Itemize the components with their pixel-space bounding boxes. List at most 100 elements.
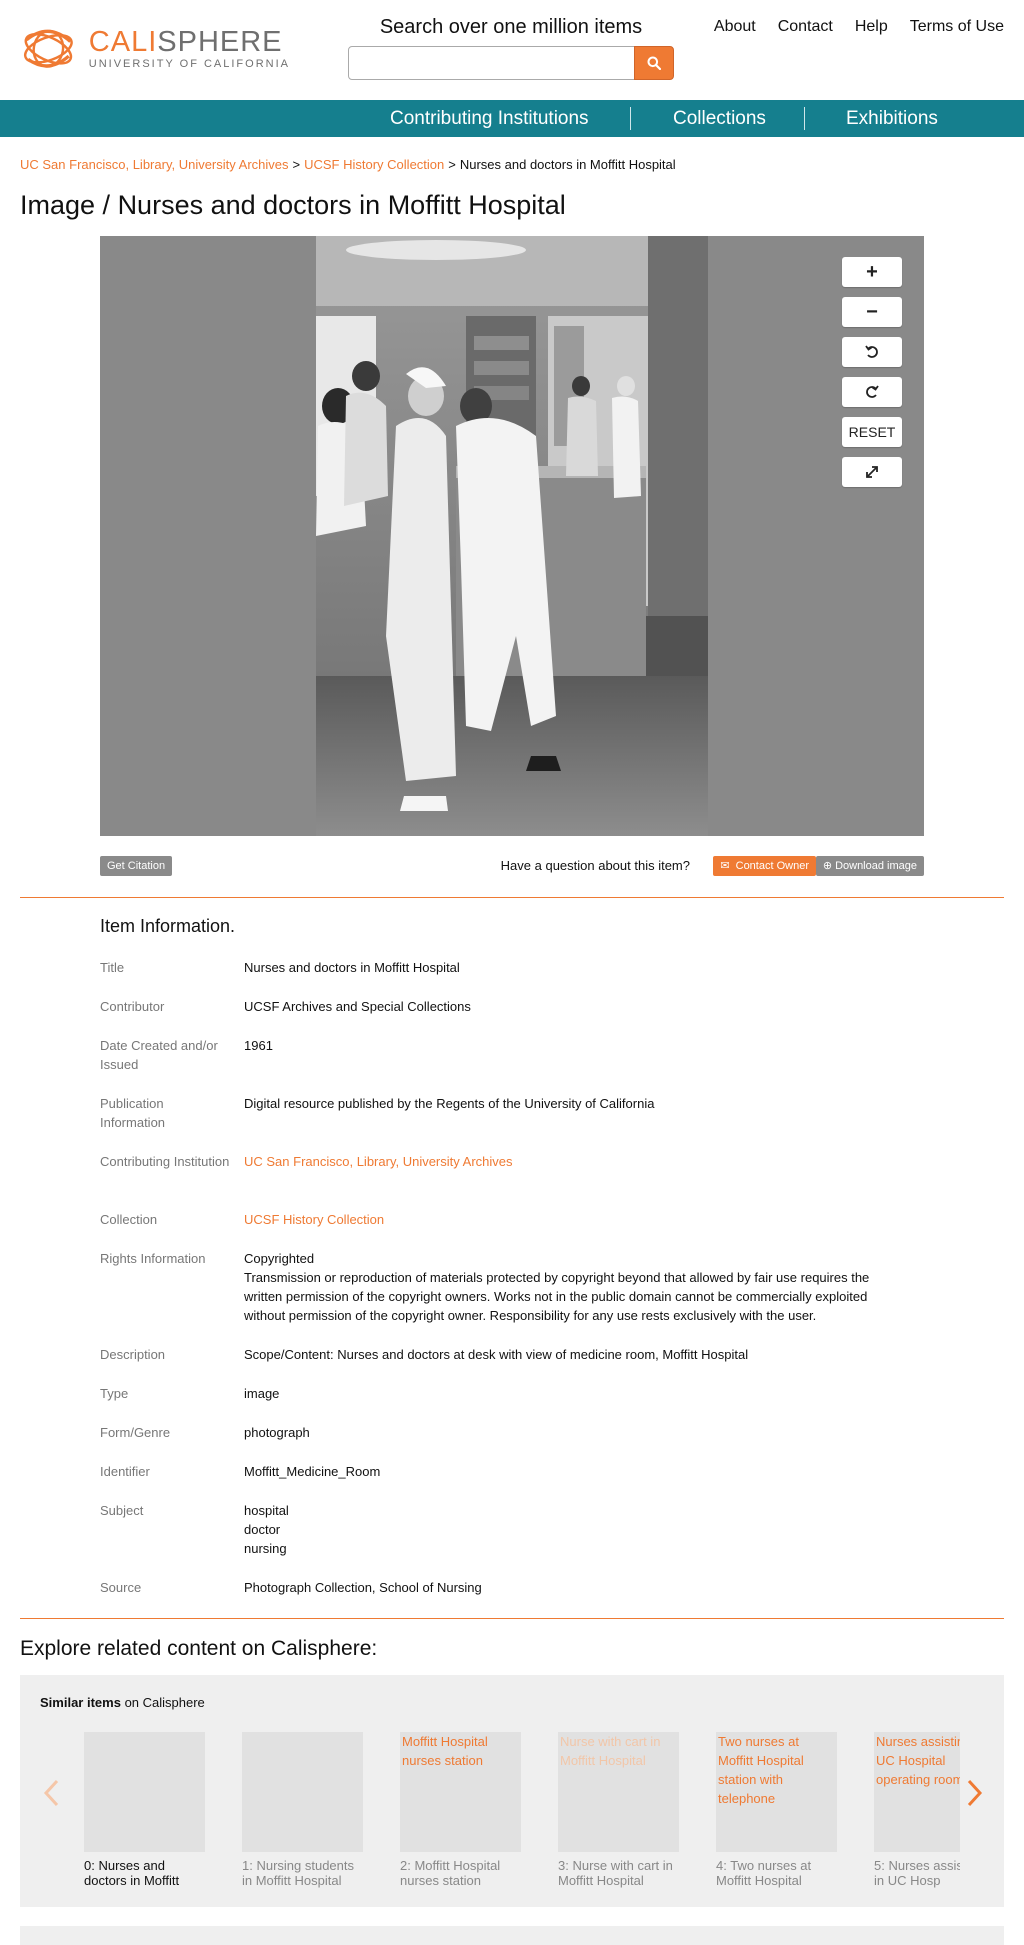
nav-contact[interactable]: Contact: [778, 18, 833, 36]
info-label: Form/Genre: [100, 1425, 171, 1440]
rights-status: Copyrighted: [244, 1251, 315, 1266]
envelope-icon: ✉: [720, 860, 730, 872]
get-citation-button[interactable]: Get Citation: [100, 856, 173, 876]
divider: [20, 1618, 1004, 1619]
info-value: Scope/Content: Nurses and doctors at des…: [244, 1347, 749, 1362]
subject-item: hospital: [244, 1503, 289, 1518]
breadcrumb-institution[interactable]: UC San Francisco, Library, University Ar…: [20, 157, 289, 172]
similar-item[interactable]: Nurses assisting in UC Hospital operatin…: [874, 1732, 960, 1888]
logo-wordmark: CALISPHERE: [88, 26, 283, 58]
viewer-controls: + − RESET: [842, 257, 902, 497]
similar-item-thumbnail[interactable]: [84, 1732, 205, 1852]
info-label: Type: [100, 1386, 129, 1401]
similar-item[interactable]: Nurse with cart in Moffitt Hospital 3: N…: [558, 1732, 679, 1888]
breadcrumb-collection[interactable]: UCSF History Collection: [304, 157, 444, 172]
similar-item[interactable]: Moffitt Hospital nurses station 2: Moffi…: [400, 1732, 521, 1888]
item-type: Image /: [20, 190, 111, 220]
info-value: 1961: [244, 1038, 273, 1053]
calisphere-logo[interactable]: CALISPHERE UNIVERSITY OF CALIFORNIA: [20, 18, 290, 78]
download-image-button[interactable]: ⊕ Download image: [815, 856, 924, 876]
nav-about[interactable]: About: [714, 18, 756, 36]
info-label: Identifier: [100, 1464, 150, 1479]
info-value: Digital resource published by the Regent…: [244, 1096, 655, 1111]
item-information-heading: Item Information.: [100, 916, 236, 936]
info-label: Collection: [100, 1212, 158, 1227]
nav-contributing-institutions[interactable]: Contributing Institutions: [390, 100, 589, 137]
similar-item[interactable]: 0: Nurses and doctors in Moffitt: [84, 1732, 205, 1888]
similar-item-caption[interactable]: 2: Moffitt Hospital nurses station: [400, 1858, 521, 1888]
similar-item-caption[interactable]: 3: Nurse with cart in Moffitt Hospital: [558, 1858, 679, 1888]
info-label: Date Created and/or Issued: [100, 1038, 218, 1072]
similar-item[interactable]: Two nurses at Moffitt Hospital station w…: [716, 1732, 837, 1888]
contact-owner-button[interactable]: ✉ Contact Owner: [713, 856, 816, 876]
info-label: Contributor: [100, 999, 165, 1014]
similar-item-thumbnail[interactable]: Nurses assisting in UC Hospital operatin…: [874, 1732, 960, 1852]
info-label: Publication Information: [100, 1096, 166, 1130]
similar-item-thumbnail[interactable]: [242, 1732, 363, 1852]
zoom-out-button[interactable]: −: [842, 297, 902, 327]
similar-item-caption[interactable]: 5: Nurses assisting in UC Hosp: [874, 1858, 960, 1888]
nav-divider: [630, 107, 631, 130]
nav-collections[interactable]: Collections: [673, 100, 766, 137]
rotate-left-button[interactable]: [842, 337, 902, 367]
similar-item-caption[interactable]: 4: Two nurses at Moffitt Hospital: [716, 1858, 837, 1888]
institution-link[interactable]: UC San Francisco, Library, University Ar…: [244, 1154, 513, 1169]
top-nav: About Contact Help Terms of Use: [714, 18, 1004, 36]
rotate-right-icon: [866, 385, 879, 398]
search-title: Search over one million items: [379, 16, 643, 38]
similar-item-thumbnail[interactable]: Two nurses at Moffitt Hospital station w…: [716, 1732, 837, 1852]
reset-button[interactable]: RESET: [842, 417, 902, 447]
info-value: image: [244, 1386, 280, 1401]
related-content-panel: Similar items on Calisphere 0: Nurses an…: [20, 1675, 1004, 1907]
info-label: Title: [100, 960, 125, 975]
rotate-right-button[interactable]: [842, 377, 902, 407]
info-label: Description: [100, 1347, 166, 1362]
nav-terms-of-use[interactable]: Terms of Use: [910, 18, 1004, 36]
download-image-label: Download image: [835, 860, 917, 872]
info-value: Nurses and doctors in Moffitt Hospital: [244, 960, 460, 975]
search-input[interactable]: [348, 46, 636, 80]
logo-subtitle: UNIVERSITY OF CALIFORNIA: [88, 58, 290, 70]
item-photograph: [316, 236, 708, 836]
similar-item-caption[interactable]: 0: Nurses and doctors in Moffitt: [84, 1858, 205, 1888]
calisphere-logo-icon: [23, 29, 73, 68]
chevron-left-icon: [43, 1779, 59, 1807]
breadcrumb: UC San Francisco, Library, University Ar…: [20, 157, 676, 172]
info-label: Contributing Institution: [100, 1154, 230, 1169]
subject-item: nursing: [244, 1541, 287, 1556]
search-button[interactable]: [634, 46, 674, 80]
carousel-prev-button[interactable]: [38, 1773, 64, 1813]
breadcrumb-current: Nurses and doctors in Moffitt Hospital: [459, 157, 676, 172]
info-value: UC San Francisco, Library, University Ar…: [244, 1152, 884, 1171]
breadcrumb-separator: >: [292, 157, 301, 172]
breadcrumb-separator: >: [448, 157, 456, 172]
info-value: Copyrighted Transmission or reproduction…: [244, 1249, 884, 1325]
divider: [20, 897, 1004, 898]
info-value: hospital doctor nursing: [244, 1501, 884, 1558]
zoom-in-button[interactable]: +: [842, 257, 902, 287]
info-value: UCSF History Collection: [244, 1210, 884, 1229]
similar-items-rest: on Calisphere: [124, 1695, 205, 1710]
main-nav: Contributing Institutions Collections Ex…: [0, 100, 1024, 137]
question-text: Have a question about this item?: [500, 858, 690, 873]
similar-item[interactable]: 1: Nursing students in Moffitt Hospital: [242, 1732, 363, 1888]
similar-item-thumbnail[interactable]: Moffitt Hospital nurses station: [400, 1732, 521, 1852]
similar-item-caption[interactable]: 1: Nursing students in Moffitt Hospital: [242, 1858, 363, 1888]
similar-item-thumbnail[interactable]: Nurse with cart in Moffitt Hospital: [558, 1732, 679, 1852]
contact-owner-label: Contact Owner: [735, 860, 809, 872]
nav-exhibitions[interactable]: Exhibitions: [846, 100, 938, 137]
info-value: photograph: [244, 1425, 310, 1440]
rights-statement: Transmission or reproduction of material…: [244, 1270, 870, 1323]
next-section-panel: [20, 1926, 1004, 1945]
collection-link[interactable]: UCSF History Collection: [244, 1212, 384, 1227]
similar-items-bold: Similar items: [40, 1695, 121, 1710]
info-label: Subject: [100, 1503, 144, 1518]
similar-items-carousel: 0: Nurses and doctors in Moffitt 1: Nurs…: [84, 1732, 960, 1902]
fullscreen-icon: [866, 466, 878, 478]
carousel-next-button[interactable]: [962, 1773, 988, 1813]
nav-help[interactable]: Help: [855, 18, 888, 36]
info-value: Photograph Collection, School of Nursing: [244, 1580, 482, 1595]
page-title: Image / Nurses and doctors in Moffitt Ho…: [20, 190, 566, 221]
image-viewer[interactable]: + − RESET: [100, 236, 924, 836]
fullscreen-button[interactable]: [842, 457, 902, 487]
